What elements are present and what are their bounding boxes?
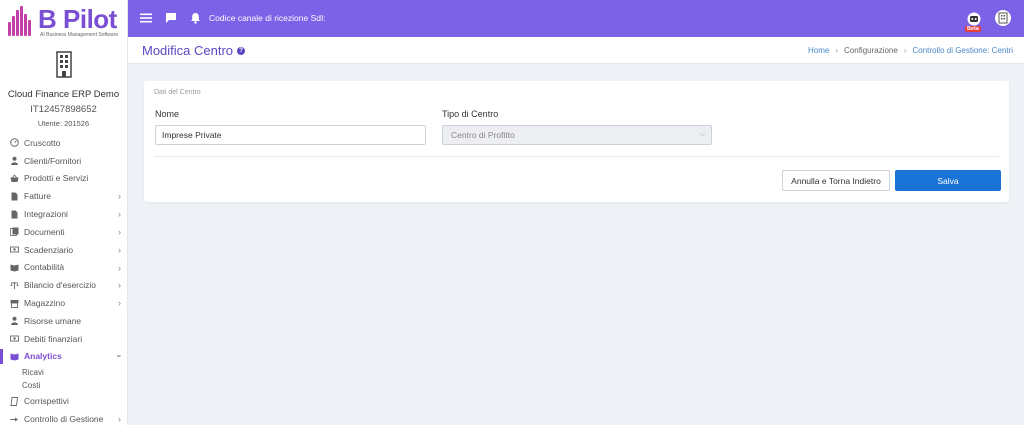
sidebar-item-documenti[interactable]: Documenti ›	[0, 223, 127, 241]
book-icon	[10, 263, 19, 272]
chevron-right-icon: ›	[118, 280, 121, 291]
name-label: Nome	[155, 109, 180, 119]
company-name: Cloud Finance ERP Demo	[7, 89, 120, 100]
sidebar-item-magazzino[interactable]: Magazzino ›	[0, 294, 127, 312]
sidebar-item-analytics[interactable]: Analytics ›	[0, 348, 127, 366]
file-icon	[10, 210, 19, 219]
sidebar-item-label: Cruscotto	[24, 137, 61, 148]
documents-icon	[10, 227, 19, 237]
breadcrumb-configurazione[interactable]: Configurazione	[844, 46, 898, 55]
sidebar-item-bilancio[interactable]: Bilancio d'esercizio ›	[0, 276, 127, 294]
money-icon	[10, 334, 19, 343]
chevron-right-icon: ›	[118, 298, 121, 309]
sidebar-subitem-ricavi[interactable]: Ricavi	[0, 365, 127, 379]
save-button[interactable]: Salva	[895, 170, 1001, 191]
sidebar: B Pilot AI Business Management Software …	[0, 0, 128, 425]
sidebar-item-label: Scadenziario	[24, 244, 74, 255]
help-icon[interactable]: ?	[237, 46, 246, 55]
sidebar-menu: Cruscotto Clienti/Fornitori Prodotti e S…	[0, 134, 127, 425]
sidebar-item-label: Debiti finanziari	[24, 333, 83, 344]
sidebar-item-label: Controllo di Gestione	[24, 414, 104, 425]
sidebar-item-clienti-fornitori[interactable]: Clienti/Fornitori	[0, 152, 127, 170]
chevron-right-icon: ›	[118, 226, 121, 237]
topbar: Codice canale di ricezione SdI: Beta	[128, 0, 1024, 37]
sidebar-item-prodotti-servizi[interactable]: Prodotti e Servizi	[0, 170, 127, 188]
page-title: Modifica Centro	[142, 43, 234, 58]
book-icon	[10, 352, 19, 361]
logo-subtitle: AI Business Management Software	[40, 32, 119, 38]
sidebar-item-cruscotto[interactable]: Cruscotto	[0, 134, 127, 152]
sidebar-item-debiti-finanziari[interactable]: Debiti finanziari	[0, 330, 127, 348]
sidebar-item-risorse-umane[interactable]: Risorse umane	[0, 312, 127, 330]
logo[interactable]: B Pilot AI Business Management Software	[0, 0, 127, 44]
sidebar-item-label: Magazzino	[24, 298, 66, 309]
breadcrumb: Home › Configurazione › Controllo di Ges…	[808, 46, 1013, 55]
building-icon	[0, 50, 127, 80]
sidebar-item-integrazioni[interactable]: Integrazioni ›	[0, 205, 127, 223]
bell-icon[interactable]	[190, 11, 201, 29]
center-type-value: Centro di Profitto	[451, 130, 515, 140]
center-type-select[interactable]: Centro di Profitto ⌵	[442, 125, 712, 145]
section-title: Dati del Centro	[154, 89, 201, 96]
receipt-icon	[10, 396, 19, 406]
chevron-right-icon: ›	[118, 262, 121, 273]
sidebar-item-label: Analytics	[24, 351, 62, 362]
chevron-right-icon: ›	[835, 46, 839, 55]
sidebar-item-label: Risorse umane	[24, 315, 82, 326]
dashboard-icon	[10, 138, 19, 148]
sidebar-item-label: Documenti	[24, 226, 65, 237]
divider	[154, 156, 999, 157]
company-user: Utente: 201526	[37, 119, 90, 128]
sidebar-item-label: Fatture	[24, 191, 51, 202]
chevron-down-icon: ›	[114, 354, 125, 358]
sdi-channel-text: Codice canale di ricezione SdI:	[209, 13, 326, 23]
name-input[interactable]	[155, 125, 426, 145]
page-header: Modifica Centro ? Home › Configurazione …	[128, 37, 1024, 64]
basket-icon	[10, 174, 19, 183]
arrow-right-icon	[10, 415, 19, 424]
breadcrumb-home[interactable]: Home	[808, 46, 829, 55]
sidebar-item-fatture[interactable]: Fatture ›	[0, 187, 127, 205]
chevron-right-icon: ›	[118, 209, 121, 220]
chevron-right-icon: ›	[903, 46, 907, 55]
chevron-down-icon: ⌵	[699, 131, 705, 138]
sidebar-item-scadenziario[interactable]: Scadenziario ›	[0, 241, 127, 259]
money-icon	[10, 245, 19, 254]
company-vat: IT12457898652	[30, 104, 97, 115]
hamburger-menu-icon[interactable]	[140, 11, 152, 29]
sidebar-item-label: Contabilità	[24, 262, 65, 273]
sidebar-item-label: Bilancio d'esercizio	[24, 280, 97, 291]
logo-bars-icon	[6, 6, 36, 38]
cancel-button[interactable]: Annulla e Torna Indietro	[782, 170, 890, 191]
center-type-label: Tipo di Centro	[442, 109, 499, 119]
user-icon	[10, 156, 19, 166]
beta-badge: Beta	[965, 26, 981, 32]
sidebar-item-label: Integrazioni	[24, 209, 68, 220]
sidebar-item-controllo-gestione[interactable]: Controllo di Gestione ›	[0, 410, 127, 425]
chevron-right-icon: ›	[118, 414, 121, 425]
chevron-right-icon: ›	[118, 244, 121, 255]
chat-icon[interactable]	[165, 11, 177, 29]
form-card: Dati del Centro Nome Tipo di Centro Cent…	[144, 81, 1009, 202]
sidebar-item-corrispettivi[interactable]: Corrispettivi	[0, 392, 127, 410]
logo-text: B Pilot	[38, 4, 117, 34]
scale-icon	[10, 281, 19, 290]
sidebar-item-label: Prodotti e Servizi	[24, 173, 89, 184]
sidebar-item-label: Corrispettivi	[24, 396, 69, 407]
sidebar-subitem-costi[interactable]: Costi	[0, 379, 127, 393]
sidebar-item-label: Clienti/Fornitori	[24, 155, 82, 166]
chevron-right-icon: ›	[118, 191, 121, 202]
user-icon	[10, 316, 19, 326]
breadcrumb-current[interactable]: Controllo di Gestione: Centri	[913, 46, 1014, 55]
company-avatar-icon[interactable]	[995, 10, 1011, 26]
warehouse-icon	[10, 299, 19, 308]
sidebar-item-contabilita[interactable]: Contabilità ›	[0, 259, 127, 277]
file-icon	[10, 192, 19, 201]
